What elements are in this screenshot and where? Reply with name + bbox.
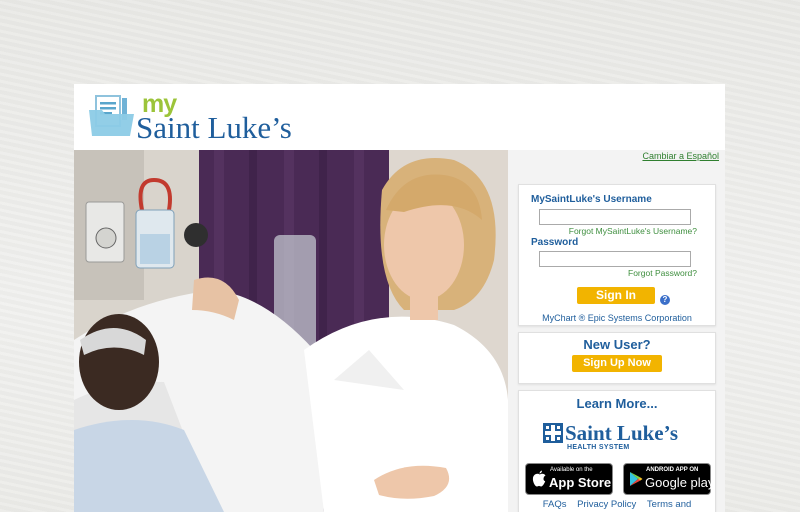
- logo-name-text: Saint Luke’s: [136, 110, 292, 145]
- login-sidebar: Cambiar a Español MySaintLuke's Username…: [508, 150, 725, 512]
- sign-up-button[interactable]: Sign Up Now: [572, 355, 662, 372]
- app-store-badge[interactable]: Available on the App Store: [525, 463, 613, 495]
- google-play-badge[interactable]: ANDROID APP ON Google play: [623, 463, 715, 495]
- faqs-link[interactable]: FAQs: [543, 499, 567, 510]
- spanish-language-link[interactable]: Cambiar a Español: [642, 151, 719, 161]
- learn-more-panel: Learn More... Saint Luke’s HEALTH SYSTEM: [518, 390, 716, 512]
- google-play-icon: [630, 472, 643, 486]
- new-user-heading: New User?: [583, 337, 651, 352]
- new-user-panel: New User? Sign Up Now: [518, 332, 716, 384]
- privacy-policy-link[interactable]: Privacy Policy: [577, 499, 636, 510]
- folder-icon: [89, 95, 134, 136]
- username-label: MySaintLuke's Username: [531, 194, 652, 205]
- health-system-cross-icon: [543, 423, 563, 443]
- password-input[interactable]: [539, 251, 691, 267]
- password-label: Password: [531, 237, 579, 248]
- login-panel: MySaintLuke's Username Forgot MySaintLuk…: [518, 184, 716, 326]
- app-store-big-text: App Store: [549, 475, 612, 490]
- hero-photo: [74, 150, 508, 512]
- app-store-small-text: Available on the: [550, 467, 593, 473]
- nurse-patient-image: [74, 150, 508, 512]
- mychart-credit: MyChart ® Epic Systems Corporation: [542, 313, 692, 323]
- health-system-subtitle: HEALTH SYSTEM: [567, 444, 630, 451]
- google-play-big-text: Google play: [645, 475, 715, 490]
- sign-in-button[interactable]: Sign In: [577, 287, 655, 304]
- help-icon[interactable]: ?: [660, 295, 670, 305]
- header: my Saint Luke’s: [74, 84, 725, 150]
- health-system-name: Saint Luke’s: [565, 421, 679, 445]
- terms-link[interactable]: Terms and: [647, 499, 691, 510]
- main-card: my Saint Luke’s Cambiar a Español MySain…: [74, 84, 725, 512]
- forgot-password-link[interactable]: Forgot Password?: [628, 268, 697, 278]
- learn-more-heading[interactable]: Learn More...: [519, 396, 715, 411]
- username-input[interactable]: [539, 209, 691, 225]
- google-play-small-text: ANDROID APP ON: [646, 467, 699, 473]
- apple-icon: [532, 470, 546, 487]
- mysaintlukes-logo[interactable]: my Saint Luke’s: [88, 90, 308, 146]
- forgot-username-link[interactable]: Forgot MySaintLuke's Username?: [569, 226, 697, 236]
- health-system-logo[interactable]: Saint Luke’s HEALTH SYSTEM: [543, 421, 693, 455]
- footer-links: FAQs Privacy Policy Terms and: [519, 499, 715, 510]
